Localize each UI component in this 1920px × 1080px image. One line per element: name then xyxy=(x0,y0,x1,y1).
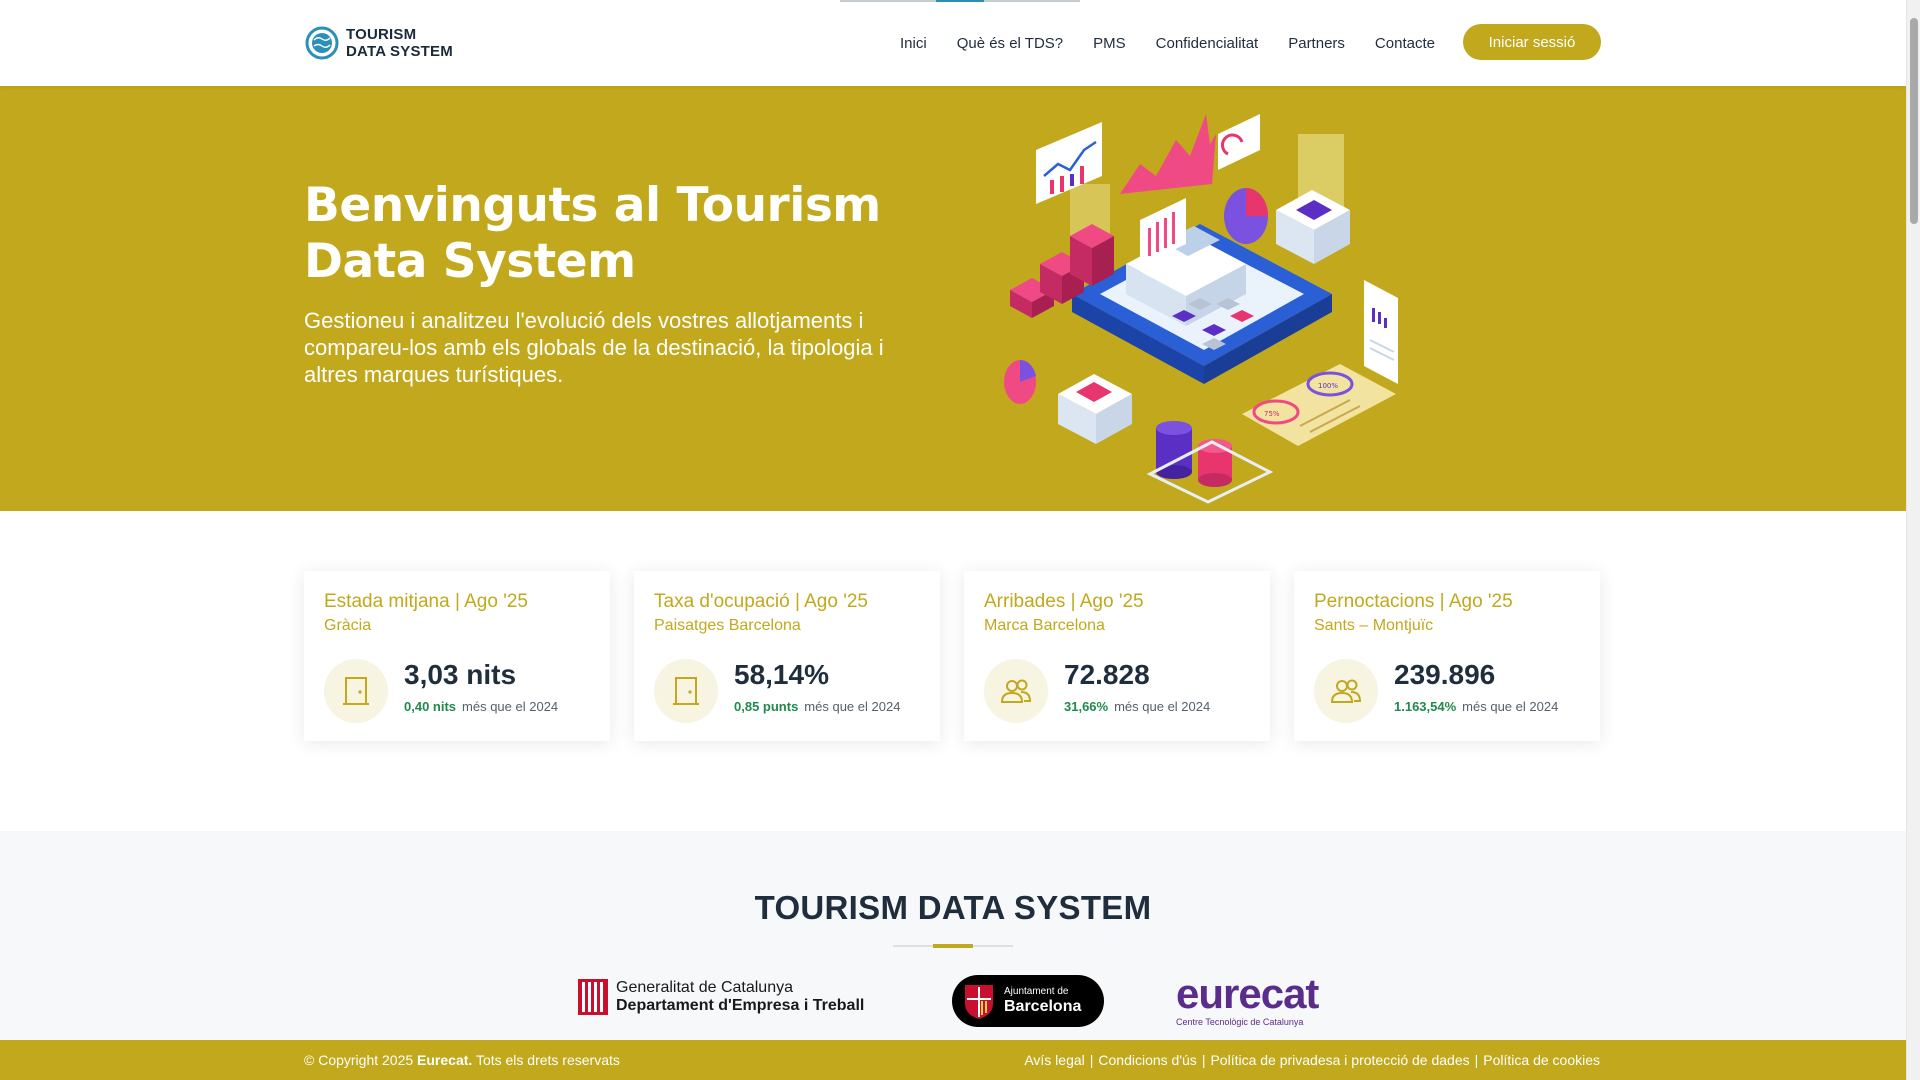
footer-links: Avís legal | Condicions d'ús | Política de p… xyxy=(1024,1052,1600,1068)
page-scrollbar[interactable] xyxy=(1906,0,1920,1080)
stat-delta: 0,40 nits més que el 2024 xyxy=(404,699,558,714)
scrollbar-thumb[interactable] xyxy=(1910,18,1918,224)
title-divider-accent xyxy=(933,944,973,948)
barcelona-line-1: Ajuntament de xyxy=(1004,986,1069,997)
globe-icon xyxy=(305,26,339,60)
stat-location: Sants – Montjuïc xyxy=(1314,617,1434,634)
stat-delta-text: més que el 2024 xyxy=(1462,699,1559,714)
hero-banner: Benvinguts al Tourism Data System Gestio… xyxy=(0,86,1906,511)
barcelona-shield-icon xyxy=(965,985,993,1019)
hero-subtitle: Gestioneu i analitzeu l'evolució dels vo… xyxy=(304,308,884,387)
stat-title: Taxa d'ocupació | Ago '25 xyxy=(654,591,868,612)
header-accent-active xyxy=(936,0,984,2)
partners-title: TOURISM DATA SYSTEM xyxy=(754,889,1152,926)
stat-value: 239.896 xyxy=(1394,659,1496,690)
nav-item-partners[interactable]: Partners xyxy=(1288,35,1345,52)
stat-delta-text: més que el 2024 xyxy=(1114,699,1211,714)
site-footer: © Copyright 2025 Eurecat. Tots els drets… xyxy=(0,1040,1906,1080)
partner-logo-generalitat[interactable]: Generalitat de Catalunya Departament d'E… xyxy=(578,979,864,1015)
stat-card-estada-mitjana: Estada mitjana | Ago '25 Gràcia 3,03 nit… xyxy=(304,571,610,741)
data-dashboard-illustration: 75% 100% xyxy=(1004,114,1398,504)
nav-item-que-es[interactable]: Què és el TDS? xyxy=(957,35,1063,52)
generalitat-emblem-icon xyxy=(578,979,608,1015)
barcelona-line-2: Barcelona xyxy=(1004,998,1082,1015)
generalitat-line-2: Departament d'Empresa i Treball xyxy=(616,997,865,1014)
footer-link-condicions[interactable]: Condicions d'ús xyxy=(1098,1052,1196,1068)
stat-delta-text: més que el 2024 xyxy=(462,699,559,714)
illustration-label-100: 100% xyxy=(1318,382,1338,390)
nav-item-contacte[interactable]: Contacte xyxy=(1375,35,1435,52)
stat-icon-wrapper xyxy=(654,659,718,723)
eurecat-wordmark: eurecat xyxy=(1176,970,1319,1017)
barcelona-text: Ajuntament de Barcelona xyxy=(1004,986,1081,1016)
partner-logo-eurecat[interactable]: eurecat Centre Tecnològic de Catalunya xyxy=(1176,970,1336,1028)
copyright-prefix: © Copyright 2025 xyxy=(304,1052,414,1068)
stat-title: Estada mitjana | Ago '25 xyxy=(324,591,528,612)
footer-link-avis-legal[interactable]: Avís legal xyxy=(1024,1052,1084,1068)
illustration-label-75: 75% xyxy=(1264,410,1280,418)
stat-location: Paisatges Barcelona xyxy=(654,617,801,634)
stat-icon-wrapper xyxy=(324,659,388,723)
footer-copyright: © Copyright 2025 Eurecat. Tots els drets… xyxy=(304,1052,620,1068)
users-icon xyxy=(1000,679,1032,703)
footer-separator: | xyxy=(1089,1052,1094,1068)
generalitat-text: Generalitat de Catalunya Departament d'E… xyxy=(616,979,864,1015)
stat-card-arribades: Arribades | Ago '25 Marca Barcelona 72.8… xyxy=(964,571,1270,741)
users-icon xyxy=(1330,679,1362,703)
login-button[interactable]: Iniciar sessió xyxy=(1463,24,1601,60)
hero-title: Benvinguts al Tourism Data System xyxy=(304,178,881,289)
eurecat-subtitle: Centre Tecnològic de Catalunya xyxy=(1176,1017,1304,1027)
partners-section: TOURISM DATA SYSTEM Generalitat de Catal… xyxy=(0,831,1906,1040)
door-icon xyxy=(673,677,699,705)
header-accent-bar xyxy=(840,0,1080,2)
stat-delta: 0,85 punts més que el 2024 xyxy=(734,699,900,714)
stat-delta: 1.163,54% més que el 2024 xyxy=(1394,699,1558,714)
logo-line-1: TOURISM xyxy=(346,26,417,43)
logo-text: TOURISM DATA SYSTEM xyxy=(346,26,453,60)
stat-icon-wrapper xyxy=(1314,659,1378,723)
door-icon xyxy=(343,677,369,705)
stat-card-pernoctacions: Pernoctacions | Ago '25 Sants – Montjuïc… xyxy=(1294,571,1600,741)
stat-delta-text: més que el 2024 xyxy=(804,699,901,714)
footer-separator: | xyxy=(1201,1052,1206,1068)
stat-value: 3,03 nits xyxy=(404,659,517,690)
site-header: TOURISM DATA SYSTEM Inici Què és el TDS?… xyxy=(0,0,1906,86)
stat-delta-value: 31,66% xyxy=(1064,699,1109,714)
logo-line-2: DATA SYSTEM xyxy=(346,43,453,60)
stat-delta: 31,66% més que el 2024 xyxy=(1064,699,1210,714)
footer-link-privadesa[interactable]: Política de privadesa i protecció de dad… xyxy=(1210,1052,1469,1068)
stat-delta-value: 0,40 nits xyxy=(404,699,457,714)
site-logo[interactable]: TOURISM DATA SYSTEM xyxy=(304,24,453,62)
main-nav: Inici Què és el TDS? PMS Confidencialita… xyxy=(900,24,1465,62)
nav-item-pms[interactable]: PMS xyxy=(1093,35,1126,52)
stat-title: Arribades | Ago '25 xyxy=(984,591,1144,612)
copyright-suffix: Tots els drets reservats xyxy=(475,1052,620,1068)
stats-section: Estada mitjana | Ago '25 Gràcia 3,03 nit… xyxy=(0,511,1906,831)
nav-item-inici[interactable]: Inici xyxy=(900,35,927,52)
stat-icon-wrapper xyxy=(984,659,1048,723)
stats-row: Estada mitjana | Ago '25 Gràcia 3,03 nit… xyxy=(304,571,1600,741)
stat-location: Marca Barcelona xyxy=(984,617,1105,634)
partner-logo-ajuntament-barcelona[interactable]: Ajuntament de Barcelona xyxy=(952,975,1104,1027)
title-divider xyxy=(893,944,1013,948)
footer-link-cookies[interactable]: Política de cookies xyxy=(1483,1052,1600,1068)
generalitat-line-1: Generalitat de Catalunya xyxy=(616,979,793,996)
footer-separator: | xyxy=(1474,1052,1479,1068)
stat-title: Pernoctacions | Ago '25 xyxy=(1314,591,1513,612)
copyright-brand: Eurecat. xyxy=(417,1052,473,1068)
stat-card-taxa-ocupacio: Taxa d'ocupació | Ago '25 Paisatges Barc… xyxy=(634,571,940,741)
stat-value: 72.828 xyxy=(1064,659,1150,690)
stat-value: 58,14% xyxy=(734,659,829,690)
stat-delta-value: 0,85 punts xyxy=(734,699,799,714)
stat-location: Gràcia xyxy=(324,617,372,634)
stat-delta-value: 1.163,54% xyxy=(1394,699,1457,714)
nav-item-confidencialitat[interactable]: Confidencialitat xyxy=(1156,35,1259,52)
